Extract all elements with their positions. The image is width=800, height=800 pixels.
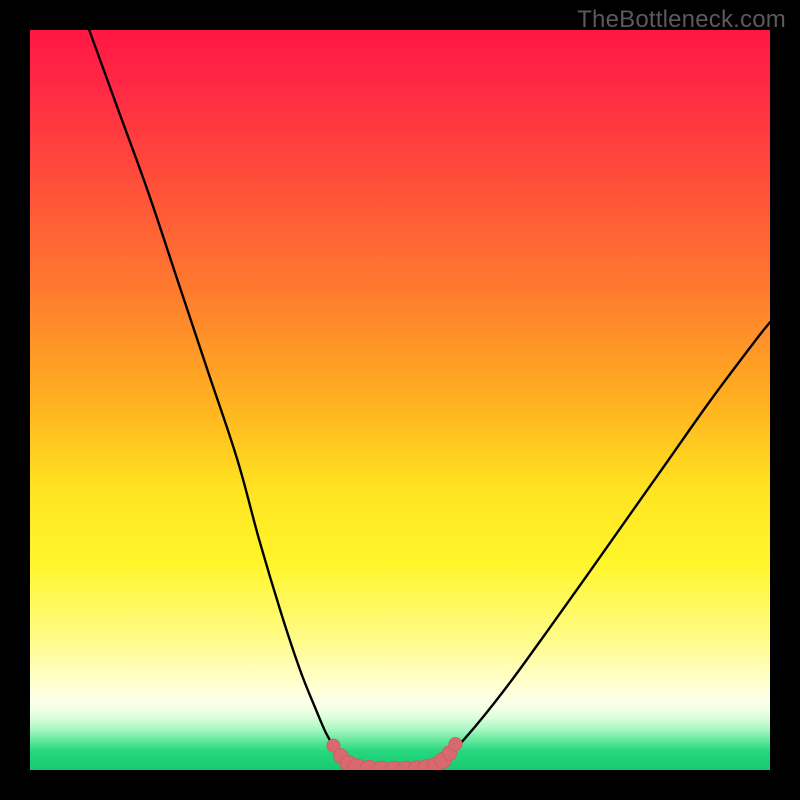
bottom-marker: [449, 737, 462, 750]
chart-svg: [0, 0, 800, 800]
chart-frame: TheBottleneck.com: [0, 0, 800, 800]
gradient-plot-area: [30, 30, 770, 770]
watermark-text: TheBottleneck.com: [577, 6, 786, 34]
